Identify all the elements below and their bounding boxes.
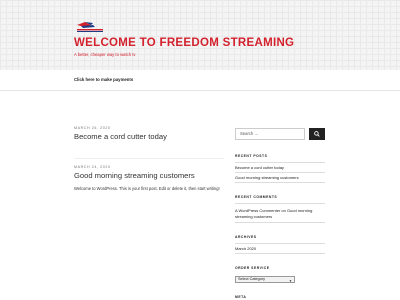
widget-divider [235, 253, 325, 254]
site-header: WELCOME TO FREEDOM STREAMING A better, c… [0, 0, 400, 70]
post-excerpt: Welcome to WordPress. This is your first… [74, 186, 220, 191]
search-input[interactable]: Search … [235, 128, 305, 140]
site-title[interactable]: WELCOME TO FREEDOM STREAMING [74, 37, 294, 49]
post-entry: MARCH 24, 2020 Good morning streaming cu… [74, 165, 224, 192]
widget-divider [235, 243, 325, 244]
category-select[interactable]: Select Category ▼ [235, 276, 295, 283]
recent-comments-heading: RECENT COMMENTS [235, 195, 278, 199]
order-service-heading: ORDER SERVICE [235, 266, 270, 270]
flag-logo-icon [77, 22, 103, 32]
meta-heading: META [235, 295, 247, 299]
post-date[interactable]: MARCH 24, 2020 [74, 165, 224, 169]
post-date[interactable]: MARCH 26, 2020 [74, 126, 167, 130]
search-button[interactable] [309, 128, 325, 140]
widget-divider [235, 222, 325, 223]
archives-heading: ARCHIVES [235, 235, 257, 239]
widget-divider [235, 203, 325, 204]
post-entry: MARCH 26, 2020 Become a cord cutter toda… [74, 126, 167, 141]
site-tagline: A better, cheaper way to watch tv [74, 52, 136, 57]
widget-divider [235, 172, 325, 173]
top-navigation: Click here to make payments [0, 70, 400, 91]
widget-divider [235, 162, 325, 163]
widget-divider [235, 182, 325, 183]
category-select-value: Select Category [238, 277, 266, 281]
site-logo[interactable] [75, 21, 105, 33]
recent-post-link[interactable]: Become a cord cutter today [235, 165, 325, 171]
archive-link[interactable]: March 2020 [235, 246, 325, 252]
post-title[interactable]: Become a cord cutter today [74, 132, 167, 141]
post-title[interactable]: Good morning streaming customers [74, 171, 224, 180]
chevron-down-icon: ▼ [289, 278, 292, 283]
search-icon [314, 131, 320, 137]
post-divider [74, 158, 224, 159]
recent-comment-link[interactable]: A WordPress Commenter on Good morning st… [235, 208, 325, 219]
payment-link[interactable]: Click here to make payments [74, 77, 133, 82]
recent-post-link[interactable]: Good morning streaming customers [235, 175, 325, 181]
recent-posts-heading: RECENT POSTS [235, 154, 268, 158]
